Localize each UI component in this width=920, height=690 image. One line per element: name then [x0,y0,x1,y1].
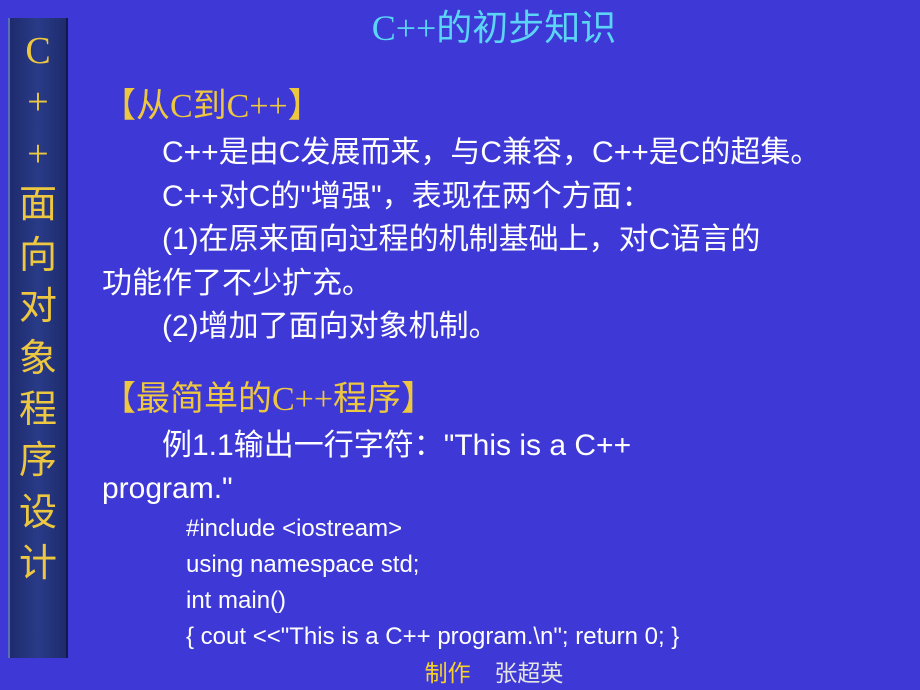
sidebar-char: + [27,77,48,128]
body-line: C++是由C发展而来，与C兼容，C++是C的超集。 [102,131,910,175]
content-area: 【从C到C++】 C++是由C发展而来，与C兼容，C++是C的超集。 C++对C… [72,60,920,655]
footer-author: 张超英 [494,661,563,686]
body-line: (2)增加了面向对象机制。 [102,305,910,349]
body-line: 例1.1输出一行字符："This is a C++ [102,424,910,468]
section-header-2: 【最简单的C++程序】 [102,371,910,420]
sidebar-char: 对 [19,282,57,333]
sidebar-char: 象 [19,334,57,385]
body-line: program." [102,467,910,511]
body-line: C++对C的"增强"，表现在两个方面： [102,175,910,219]
sidebar-char: + [27,129,48,180]
code-line: { cout <<"This is a C++ program.\n"; ret… [102,619,910,655]
sidebar-char: 程 [19,385,57,436]
footer-label: 制作 [425,661,471,686]
code-line: #include <iostream> [102,511,910,547]
body-line: (1)在原来面向过程的机制基础上，对C语言的 [102,218,910,262]
sidebar: C + + 面 向 对 象 程 序 设 计 [8,18,68,658]
footer: 制作 张超英 [68,654,920,688]
section-header-1: 【从C到C++】 [102,78,910,127]
code-line: int main() [102,583,910,619]
body-line: 功能作了不少扩充。 [102,262,910,306]
sidebar-char: 面 [19,180,57,231]
page-title: C++的初步知识 [68,0,920,60]
sidebar-char: 向 [19,231,57,282]
code-line: using namespace std; [102,547,910,583]
sidebar-char: 计 [19,539,57,590]
sidebar-char: 序 [19,436,57,487]
sidebar-char: 设 [19,488,57,539]
sidebar-char: C [25,26,50,77]
